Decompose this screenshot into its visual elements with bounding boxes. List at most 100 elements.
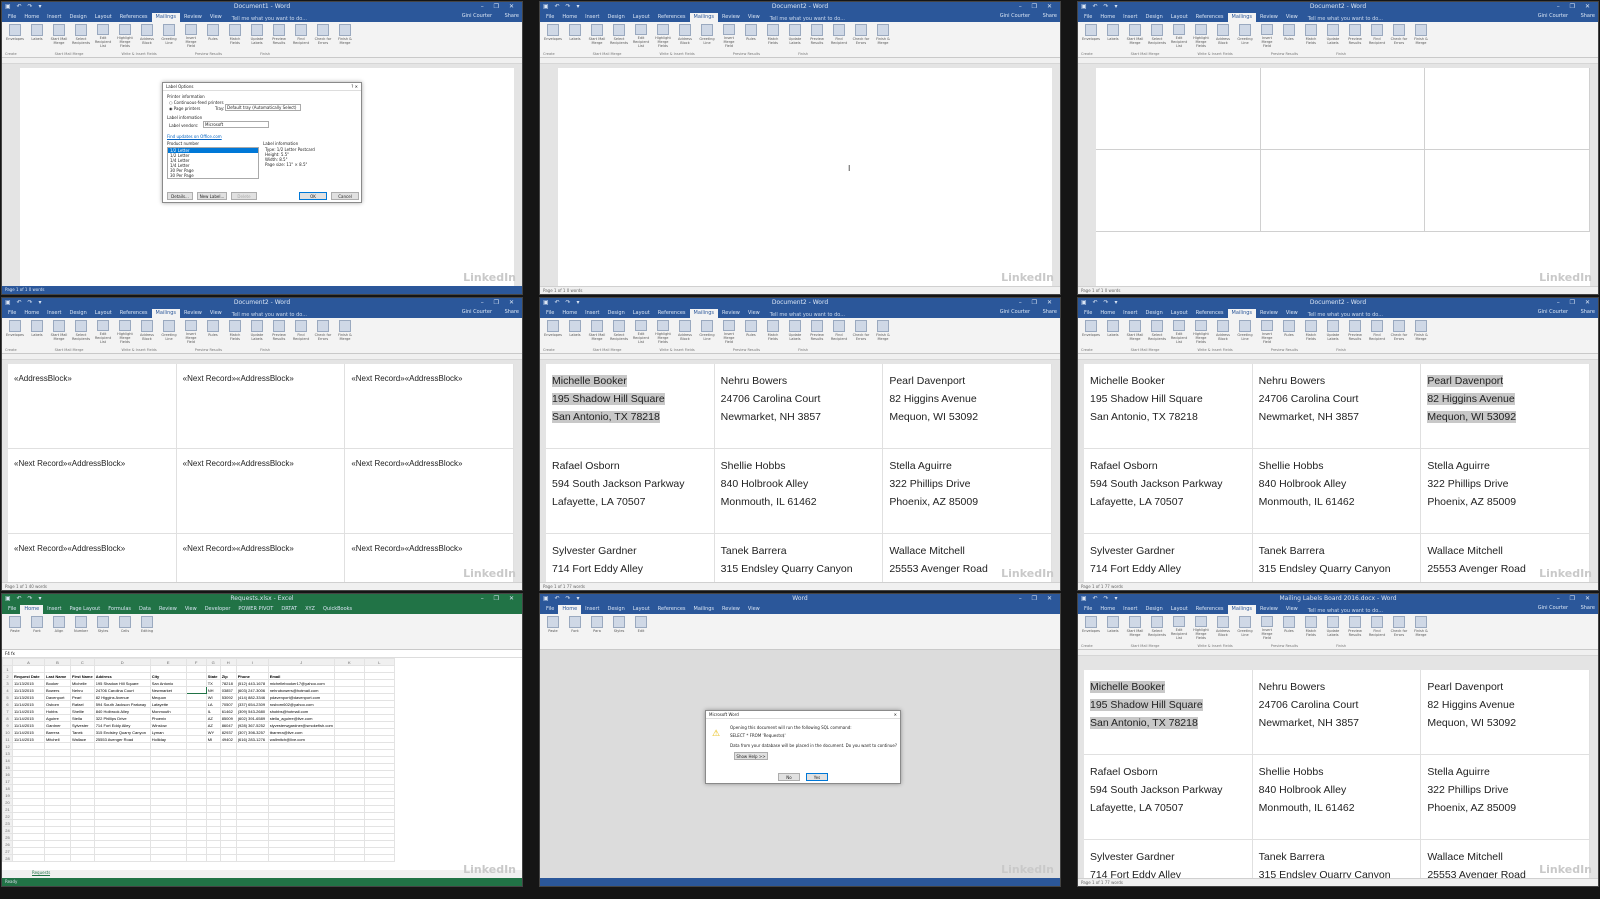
cell[interactable]: [267, 812, 335, 820]
cell[interactable]: Wallace: [70, 735, 95, 743]
cell[interactable]: [235, 833, 269, 841]
cell[interactable]: 82 Higgins Avenue: [93, 693, 151, 701]
ribbon-check-for-errors-button[interactable]: Check for Errors: [1389, 24, 1409, 48]
cell[interactable]: [363, 763, 395, 771]
cell[interactable]: [219, 756, 237, 764]
ribbon-match-fields-button[interactable]: Match Fields: [225, 24, 245, 48]
document-page[interactable]: Michelle Booker 195 Shadow Hill Square San…: [546, 364, 1052, 582]
tab-review[interactable]: Review: [180, 309, 206, 318]
cell[interactable]: Sylvester: [70, 721, 95, 729]
cell[interactable]: Phoenix: [149, 714, 187, 722]
ribbon-find-recipient-button[interactable]: Find Recipient: [1367, 24, 1387, 48]
cell[interactable]: [185, 812, 207, 820]
tab-design[interactable]: Design: [603, 13, 628, 22]
cell[interactable]: [235, 791, 269, 799]
tab-home[interactable]: Home: [558, 13, 581, 22]
ribbon-labels-button[interactable]: Labels: [27, 24, 47, 48]
cell[interactable]: Aguirre: [44, 714, 71, 722]
cell[interactable]: michellebooker17@yahoo.com: [267, 679, 335, 687]
cell[interactable]: [70, 770, 95, 778]
cell[interactable]: Newmarket: [149, 686, 187, 694]
row-header[interactable]: 18: [2, 784, 13, 792]
ribbon-address-block-button[interactable]: Address Block: [137, 24, 157, 48]
cell[interactable]: [44, 784, 71, 792]
ribbon-greeting-line-button[interactable]: Greeting Line: [1235, 320, 1255, 344]
ribbon-find-recipient-button[interactable]: Find Recipient: [1367, 320, 1387, 344]
cell[interactable]: [235, 777, 269, 785]
column-header[interactable]: E: [149, 658, 187, 666]
cell[interactable]: [44, 847, 71, 855]
cell[interactable]: [333, 679, 365, 687]
tab-mailings[interactable]: Mailings: [1227, 605, 1257, 614]
ribbon-select-recipients-button[interactable]: Select Recipients: [71, 320, 91, 344]
cell[interactable]: Lyman: [149, 728, 187, 736]
ribbon-insert-merge-field-button[interactable]: Insert Merge Field: [719, 24, 739, 48]
cell[interactable]: [267, 840, 335, 848]
tab-file[interactable]: File: [542, 605, 558, 614]
tab-xyz[interactable]: XYZ: [301, 605, 319, 614]
cell[interactable]: Booker: [44, 679, 71, 687]
cell[interactable]: (928) 367-5252: [235, 721, 269, 729]
tab-references[interactable]: References: [1192, 309, 1228, 318]
cell[interactable]: [70, 833, 95, 841]
cell[interactable]: [267, 854, 335, 862]
cell[interactable]: [333, 665, 365, 673]
cell[interactable]: [93, 770, 151, 778]
cell[interactable]: [363, 714, 395, 722]
cell[interactable]: [44, 826, 71, 834]
cell[interactable]: [333, 840, 365, 848]
address-label[interactable]: Tanek Barrera 315 Endsley Quarry Canyon: [1253, 840, 1422, 878]
cell[interactable]: [363, 826, 395, 834]
ribbon-update-labels-button[interactable]: Update Labels: [247, 24, 267, 48]
cell[interactable]: [70, 840, 95, 848]
column-header[interactable]: [2, 658, 13, 666]
cell[interactable]: [44, 742, 71, 750]
cell[interactable]: [149, 826, 187, 834]
ribbon-edit-recipient-list-button[interactable]: Edit Recipient List: [93, 320, 113, 344]
ribbon-address-block-button[interactable]: Address Block: [1213, 320, 1233, 344]
cell[interactable]: [93, 826, 151, 834]
cell[interactable]: [185, 798, 207, 806]
cell[interactable]: [70, 763, 95, 771]
cell[interactable]: [44, 763, 71, 771]
cell[interactable]: [185, 840, 207, 848]
cell[interactable]: [93, 742, 151, 750]
tab-design[interactable]: Design: [1141, 13, 1166, 22]
tab-review[interactable]: Review: [1256, 605, 1282, 614]
ribbon-rules-button[interactable]: Rules: [203, 320, 223, 344]
ribbon-find-recipient-button[interactable]: Find Recipient: [291, 320, 311, 344]
cell[interactable]: [185, 700, 207, 708]
cell[interactable]: [70, 777, 95, 785]
tab-review[interactable]: Review: [718, 309, 744, 318]
ribbon-address-block-button[interactable]: Address Block: [137, 320, 157, 344]
ribbon-start-mail-merge-button[interactable]: Start Mail Merge: [49, 320, 69, 344]
cell[interactable]: [185, 665, 207, 673]
cell[interactable]: Bowers: [44, 686, 71, 694]
address-label[interactable]: Nehru Bowers 24706 Carolina Court Newmarke…: [1252, 364, 1422, 449]
ribbon-match-fields-button[interactable]: Match Fields: [763, 24, 783, 48]
cell[interactable]: [93, 791, 151, 799]
cell[interactable]: [44, 798, 71, 806]
tab-design[interactable]: Design: [603, 605, 628, 614]
row-header[interactable]: 3: [2, 679, 13, 687]
ribbon-edit-recipient-list-button[interactable]: Edit Recipient List: [93, 24, 113, 48]
cell[interactable]: [70, 665, 95, 673]
product-list[interactable]: 1/2 Letter 1/2 Letter 1/4 Letter 1/4 Letter…: [167, 147, 259, 179]
ribbon-labels-button[interactable]: Labels: [1103, 616, 1123, 640]
ribbon-start-mail-merge-button[interactable]: Start Mail Merge: [587, 320, 607, 344]
cell[interactable]: [205, 791, 221, 799]
tab-review[interactable]: Review: [1256, 309, 1282, 318]
cell[interactable]: Osborn: [44, 700, 71, 708]
label-cell[interactable]: [1096, 150, 1261, 232]
cell[interactable]: Shellie: [70, 707, 95, 715]
cell[interactable]: Pearl: [70, 693, 95, 701]
tab-references[interactable]: References: [1192, 13, 1228, 22]
cell[interactable]: (309) 543-2680: [235, 707, 269, 715]
cell[interactable]: [149, 756, 187, 764]
tab-references[interactable]: References: [1192, 605, 1228, 614]
tab-file[interactable]: File: [1080, 309, 1096, 318]
cell[interactable]: [44, 833, 71, 841]
cell[interactable]: [205, 819, 221, 827]
cell[interactable]: [12, 777, 45, 785]
cell[interactable]: [12, 756, 45, 764]
